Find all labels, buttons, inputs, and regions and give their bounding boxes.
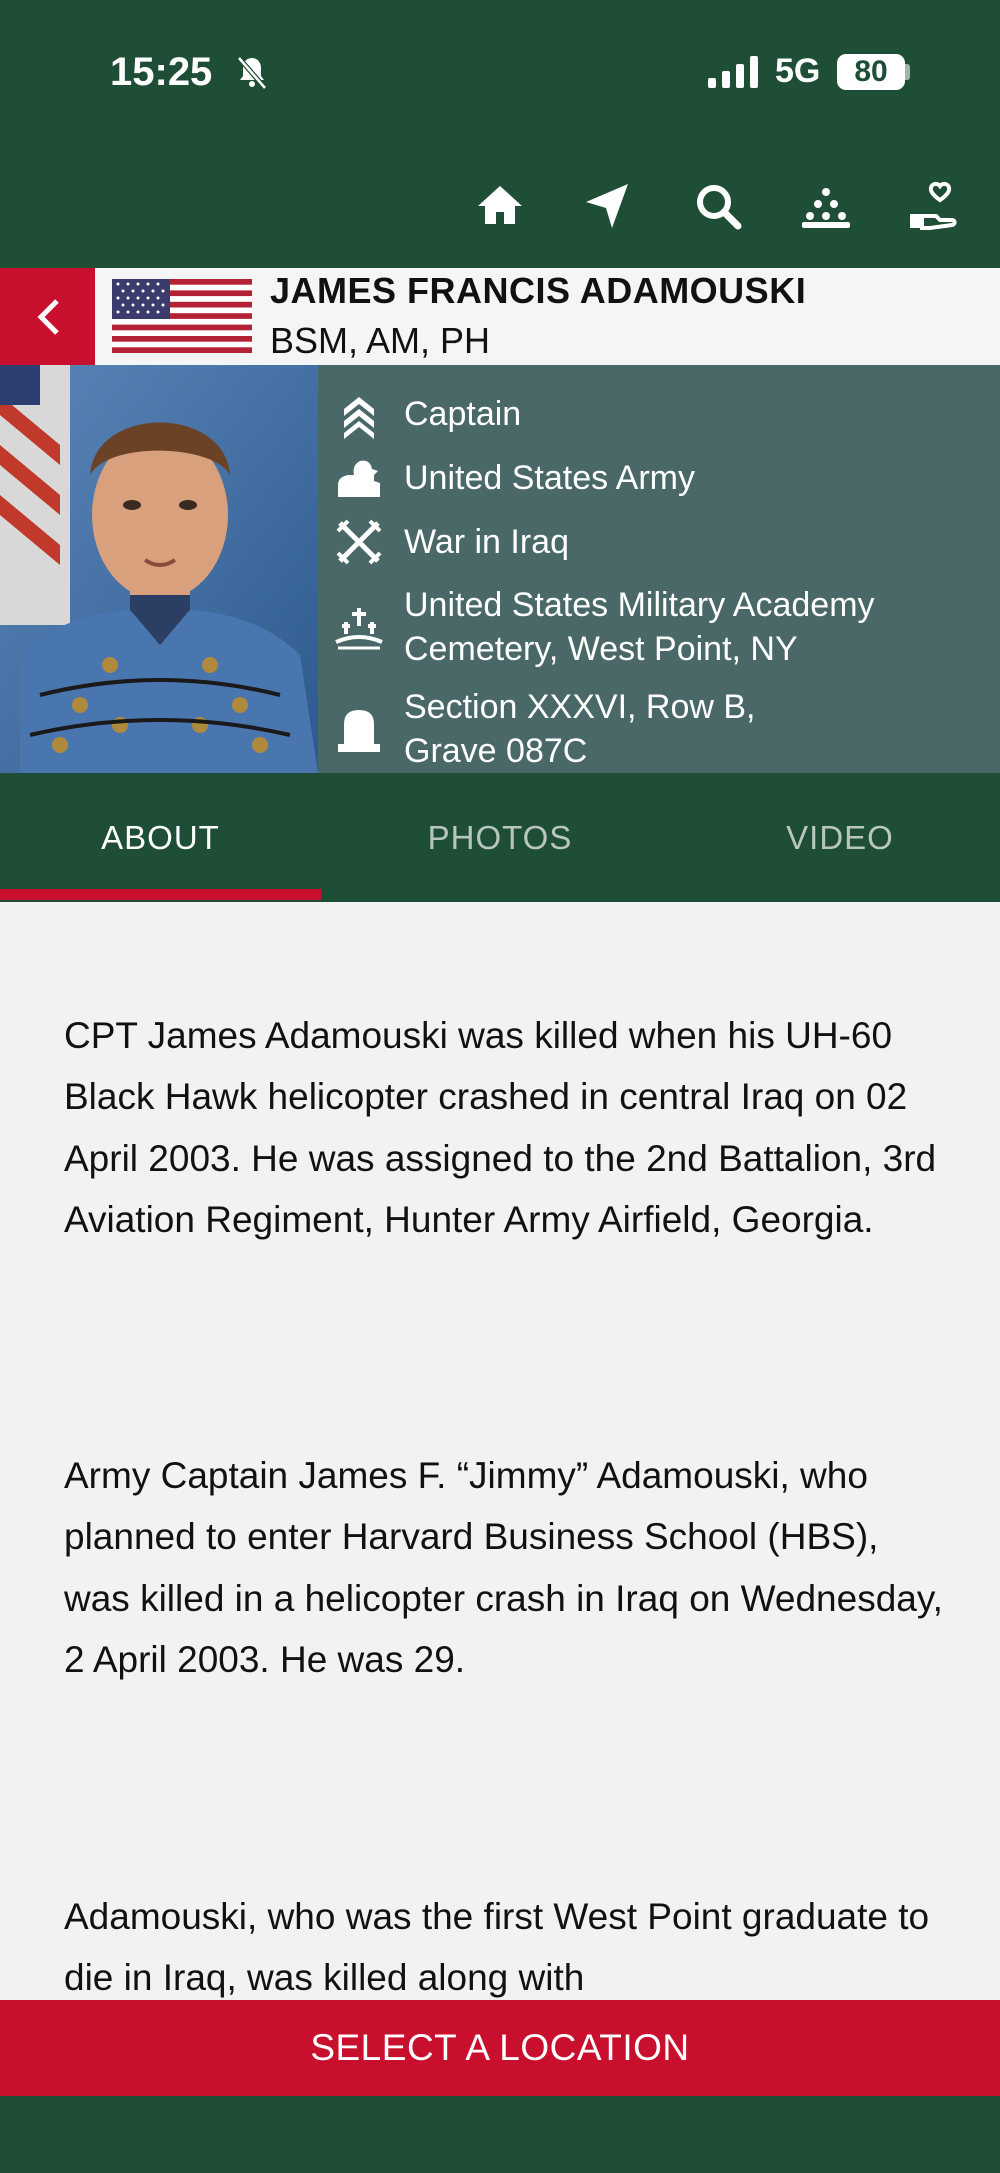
about-paragraph-3: Adamouski, who was the first West Point … <box>64 1896 930 1999</box>
cemetery-line-2: Cemetery, West Point, NY <box>404 630 798 668</box>
grave-line-2: Grave 087C <box>404 732 588 770</box>
home-icon[interactable] <box>472 178 528 234</box>
rank-chevrons-icon <box>334 389 384 439</box>
cemetery-line-1: United States Military Academy <box>404 586 875 624</box>
signal-icon <box>708 56 760 88</box>
bell-muted-icon <box>232 52 272 92</box>
crossed-swords-icon <box>334 517 384 567</box>
network-label: 5G <box>775 52 821 90</box>
portrait-photo[interactable] <box>0 365 318 773</box>
select-location-button[interactable]: SELECT A LOCATION <box>0 2000 1000 2096</box>
cemetery-icon <box>334 602 384 652</box>
chevron-left-icon <box>36 298 59 335</box>
battery-indicator: 80 <box>837 54 905 90</box>
donate-icon[interactable] <box>906 178 962 234</box>
rank-row: Captain <box>318 389 521 439</box>
battery-tip <box>905 64 910 80</box>
about-content[interactable]: CPT James Adamouski was killed when his … <box>0 902 1000 2000</box>
grave-row: Section XXXVI, Row B, Grave 087C <box>318 685 756 773</box>
cemetery-row: United States Military Academy Cemetery,… <box>318 583 875 671</box>
service-info-panel: Captain United States Army War in Iraq U… <box>318 365 1000 773</box>
us-flag-icon <box>112 279 252 353</box>
tab-video[interactable]: VIDEO <box>680 773 1000 902</box>
active-tab-indicator <box>0 889 321 900</box>
about-paragraph-2: Army Captain James F. “Jimmy” Adamouski,… <box>64 1455 943 1680</box>
conflict-row: War in Iraq <box>318 517 569 567</box>
soldier-icon <box>334 453 384 503</box>
tab-bar: ABOUT PHOTOS VIDEO <box>0 773 1000 902</box>
group-icon[interactable] <box>798 178 854 234</box>
branch-text: United States Army <box>404 459 696 497</box>
back-button[interactable] <box>0 268 95 365</box>
bottom-bar <box>0 2096 1000 2173</box>
person-name: JAMES FRANCIS ADAMOUSKI <box>270 270 807 311</box>
search-icon[interactable] <box>690 178 746 234</box>
location-arrow-icon[interactable] <box>580 178 636 234</box>
tab-about[interactable]: ABOUT <box>0 773 321 902</box>
about-paragraph-1: CPT James Adamouski was killed when his … <box>64 1015 937 1240</box>
branch-row: United States Army <box>318 453 695 503</box>
headstone-icon <box>334 704 384 754</box>
rank-text: Captain <box>404 395 522 433</box>
grave-line-1: Section XXXVI, Row B, <box>404 688 756 726</box>
tab-photos[interactable]: PHOTOS <box>340 773 660 902</box>
awards-text: BSM, AM, PH <box>270 320 491 361</box>
conflict-text: War in Iraq <box>404 523 570 561</box>
status-time: 15:25 <box>110 50 213 94</box>
